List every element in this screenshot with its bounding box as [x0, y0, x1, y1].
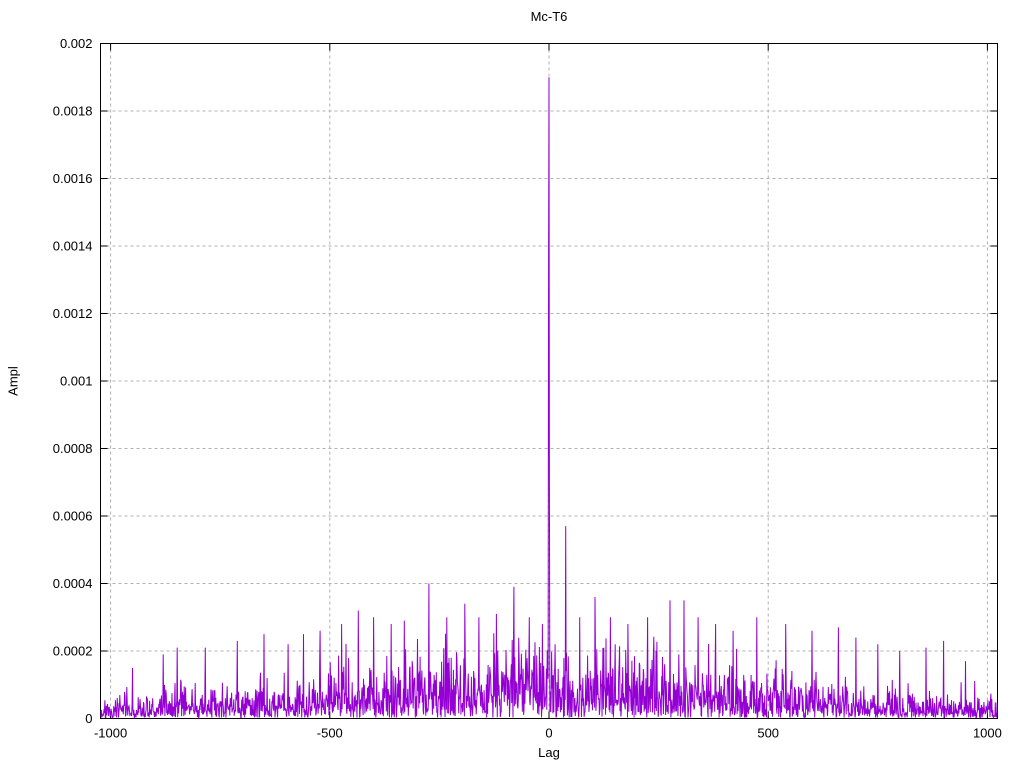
y-tick-label: 0.0012: [53, 306, 93, 321]
x-tick-label: 1000: [973, 726, 1002, 741]
plot-canvas: 0 0.0002 0.0004 0.0006 0.0008 0.001 0.0012 0.00…: [53, 36, 1002, 741]
y-tick-label: 0.0008: [53, 441, 93, 456]
x-tick-label: -500: [317, 726, 343, 741]
y-tick-label: 0.0014: [53, 239, 93, 254]
x-tick-label: 500: [757, 726, 779, 741]
y-tick-label: 0.0018: [53, 104, 93, 119]
y-tick-label: 0.0004: [53, 576, 93, 591]
y-tick-label: 0.0002: [53, 644, 93, 659]
y-tick-label: 0.001: [60, 374, 93, 389]
x-tick-labels: -1000 -500 0 500 1000: [94, 726, 1002, 741]
y-tick-label: 0.0016: [53, 171, 93, 186]
chart-figure: Mc-T6 Ampl Lag 0 0.0002 0.0004 0.0006 0.0008…: [0, 0, 1024, 768]
x-tick-label: 0: [545, 726, 552, 741]
x-tick-label: -1000: [94, 726, 127, 741]
y-tick-labels: 0 0.0002 0.0004 0.0006 0.0008 0.001 0.0012 0.00…: [53, 36, 93, 726]
y-tick-label: 0.002: [60, 36, 93, 51]
y-tick-label: 0.0006: [53, 509, 93, 524]
y-tick-label: 0: [85, 711, 92, 726]
